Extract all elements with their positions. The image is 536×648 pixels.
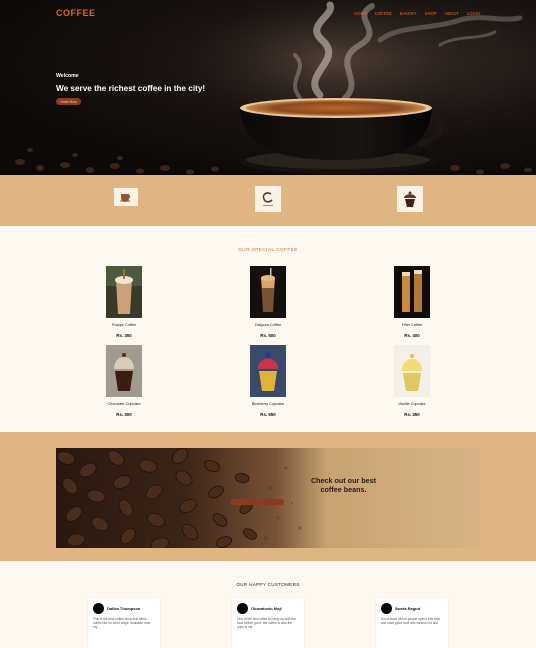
product-name: Vanilla Cupcake (398, 402, 426, 406)
product-name: Filter Coffee (401, 323, 423, 327)
review-text: One of the nice cafes to hang out with t… (237, 617, 296, 629)
product-name: Blueberry Cupcake (251, 402, 285, 406)
dalgona-coffee-image (250, 266, 286, 318)
coffee-beans-image (56, 448, 302, 548)
chocolate-cupcake-image (106, 345, 142, 397)
coffee-beans-band: Check out our best coffee beans. (0, 432, 536, 561)
hero-section: COFFEE HOME COFFEE BAKERY SHOP ABOUT LOG… (0, 0, 536, 175)
banner-text: Check out our best coffee beans. (306, 476, 381, 494)
product-card[interactable]: Chocolate Cupcake Rs. 300 (84, 345, 164, 417)
happy-customers-section: OUR HAPPY CUSTOMERS Dalika Thompson This… (0, 561, 536, 648)
product-card[interactable]: Frappe Coffee Rs. 350 (84, 266, 164, 338)
nav-bakery[interactable]: BAKERY (400, 11, 417, 16)
banner-line-2: coffee beans. (320, 485, 367, 494)
blueberry-cupcake-image (250, 345, 286, 397)
review-text: Good place where people spend free time … (381, 617, 441, 625)
product-card[interactable]: Filter Coffee Rs. 400 (372, 266, 452, 338)
product-name: Chocolate Cupcake (107, 402, 141, 406)
product-name: Dalgona Coffee (254, 323, 282, 327)
review-card: Sweta Rajput Good place where people spe… (376, 598, 448, 648)
nav-login[interactable]: LOGIN (467, 11, 480, 16)
filter-coffee-image (394, 266, 430, 318)
brand-logo[interactable]: COFFEE (56, 8, 96, 18)
product-card[interactable]: Dalgona Coffee Rs. 500 (228, 266, 308, 338)
product-name: Frappe Coffee (111, 323, 137, 327)
main-nav: HOME COFFEE BAKERY SHOP ABOUT LOGIN (354, 11, 480, 16)
avatar (237, 603, 248, 614)
review-text: This is the best coffee shop that offers… (93, 617, 151, 629)
hero-headline: We serve the richest coffee in the city! (56, 84, 206, 93)
coffee-cup-icon (114, 188, 138, 206)
product-card[interactable]: Vanilla Cupcake Rs. 350 (372, 345, 452, 417)
reviewer-name: Sweta Rajput (395, 606, 421, 611)
product-price: Rs. 350 (404, 412, 420, 417)
product-card[interactable]: Blueberry Cupcake Rs. 550 (228, 345, 308, 417)
nav-home[interactable]: HOME (354, 11, 367, 16)
special-title: OUR SPECIAL COFFEE (238, 247, 298, 252)
avatar (93, 603, 104, 614)
nav-about[interactable]: ABOUT (445, 11, 459, 16)
reviewer-name: Oluwatosin Moji (251, 606, 282, 611)
coffee-beans-banner[interactable]: Check out our best coffee beans. (56, 448, 480, 548)
nav-shop[interactable]: SHOP (425, 11, 437, 16)
product-price: Rs. 350 (116, 333, 132, 338)
order-now-button[interactable]: Order Now (56, 98, 81, 105)
review-card: Dalika Thompson This is the best coffee … (88, 598, 160, 648)
product-price: Rs. 400 (404, 333, 420, 338)
product-price: Rs. 300 (116, 412, 132, 417)
nav-coffee[interactable]: COFFEE (375, 11, 392, 16)
feature-icon-band (0, 175, 536, 226)
hero-welcome: Welcome (56, 73, 79, 79)
avatar (381, 603, 392, 614)
product-price: Rs. 500 (260, 333, 276, 338)
frappe-coffee-image (106, 266, 142, 318)
special-coffee-section: OUR SPECIAL COFFEE Frappe Coffee Rs. 350… (0, 226, 536, 432)
customers-title: OUR HAPPY CUSTOMERS (236, 582, 300, 587)
reviewer-name: Dalika Thompson (107, 606, 141, 611)
banner-button[interactable] (230, 499, 284, 505)
banner-line-1: Check out our best (310, 476, 377, 485)
coffee-logo-icon (255, 186, 281, 212)
product-price: Rs. 550 (260, 412, 276, 417)
vanilla-cupcake-image (394, 345, 430, 397)
review-card: Oluwatosin Moji One of the nice cafes to… (232, 598, 304, 648)
cupcake-icon (397, 186, 423, 212)
